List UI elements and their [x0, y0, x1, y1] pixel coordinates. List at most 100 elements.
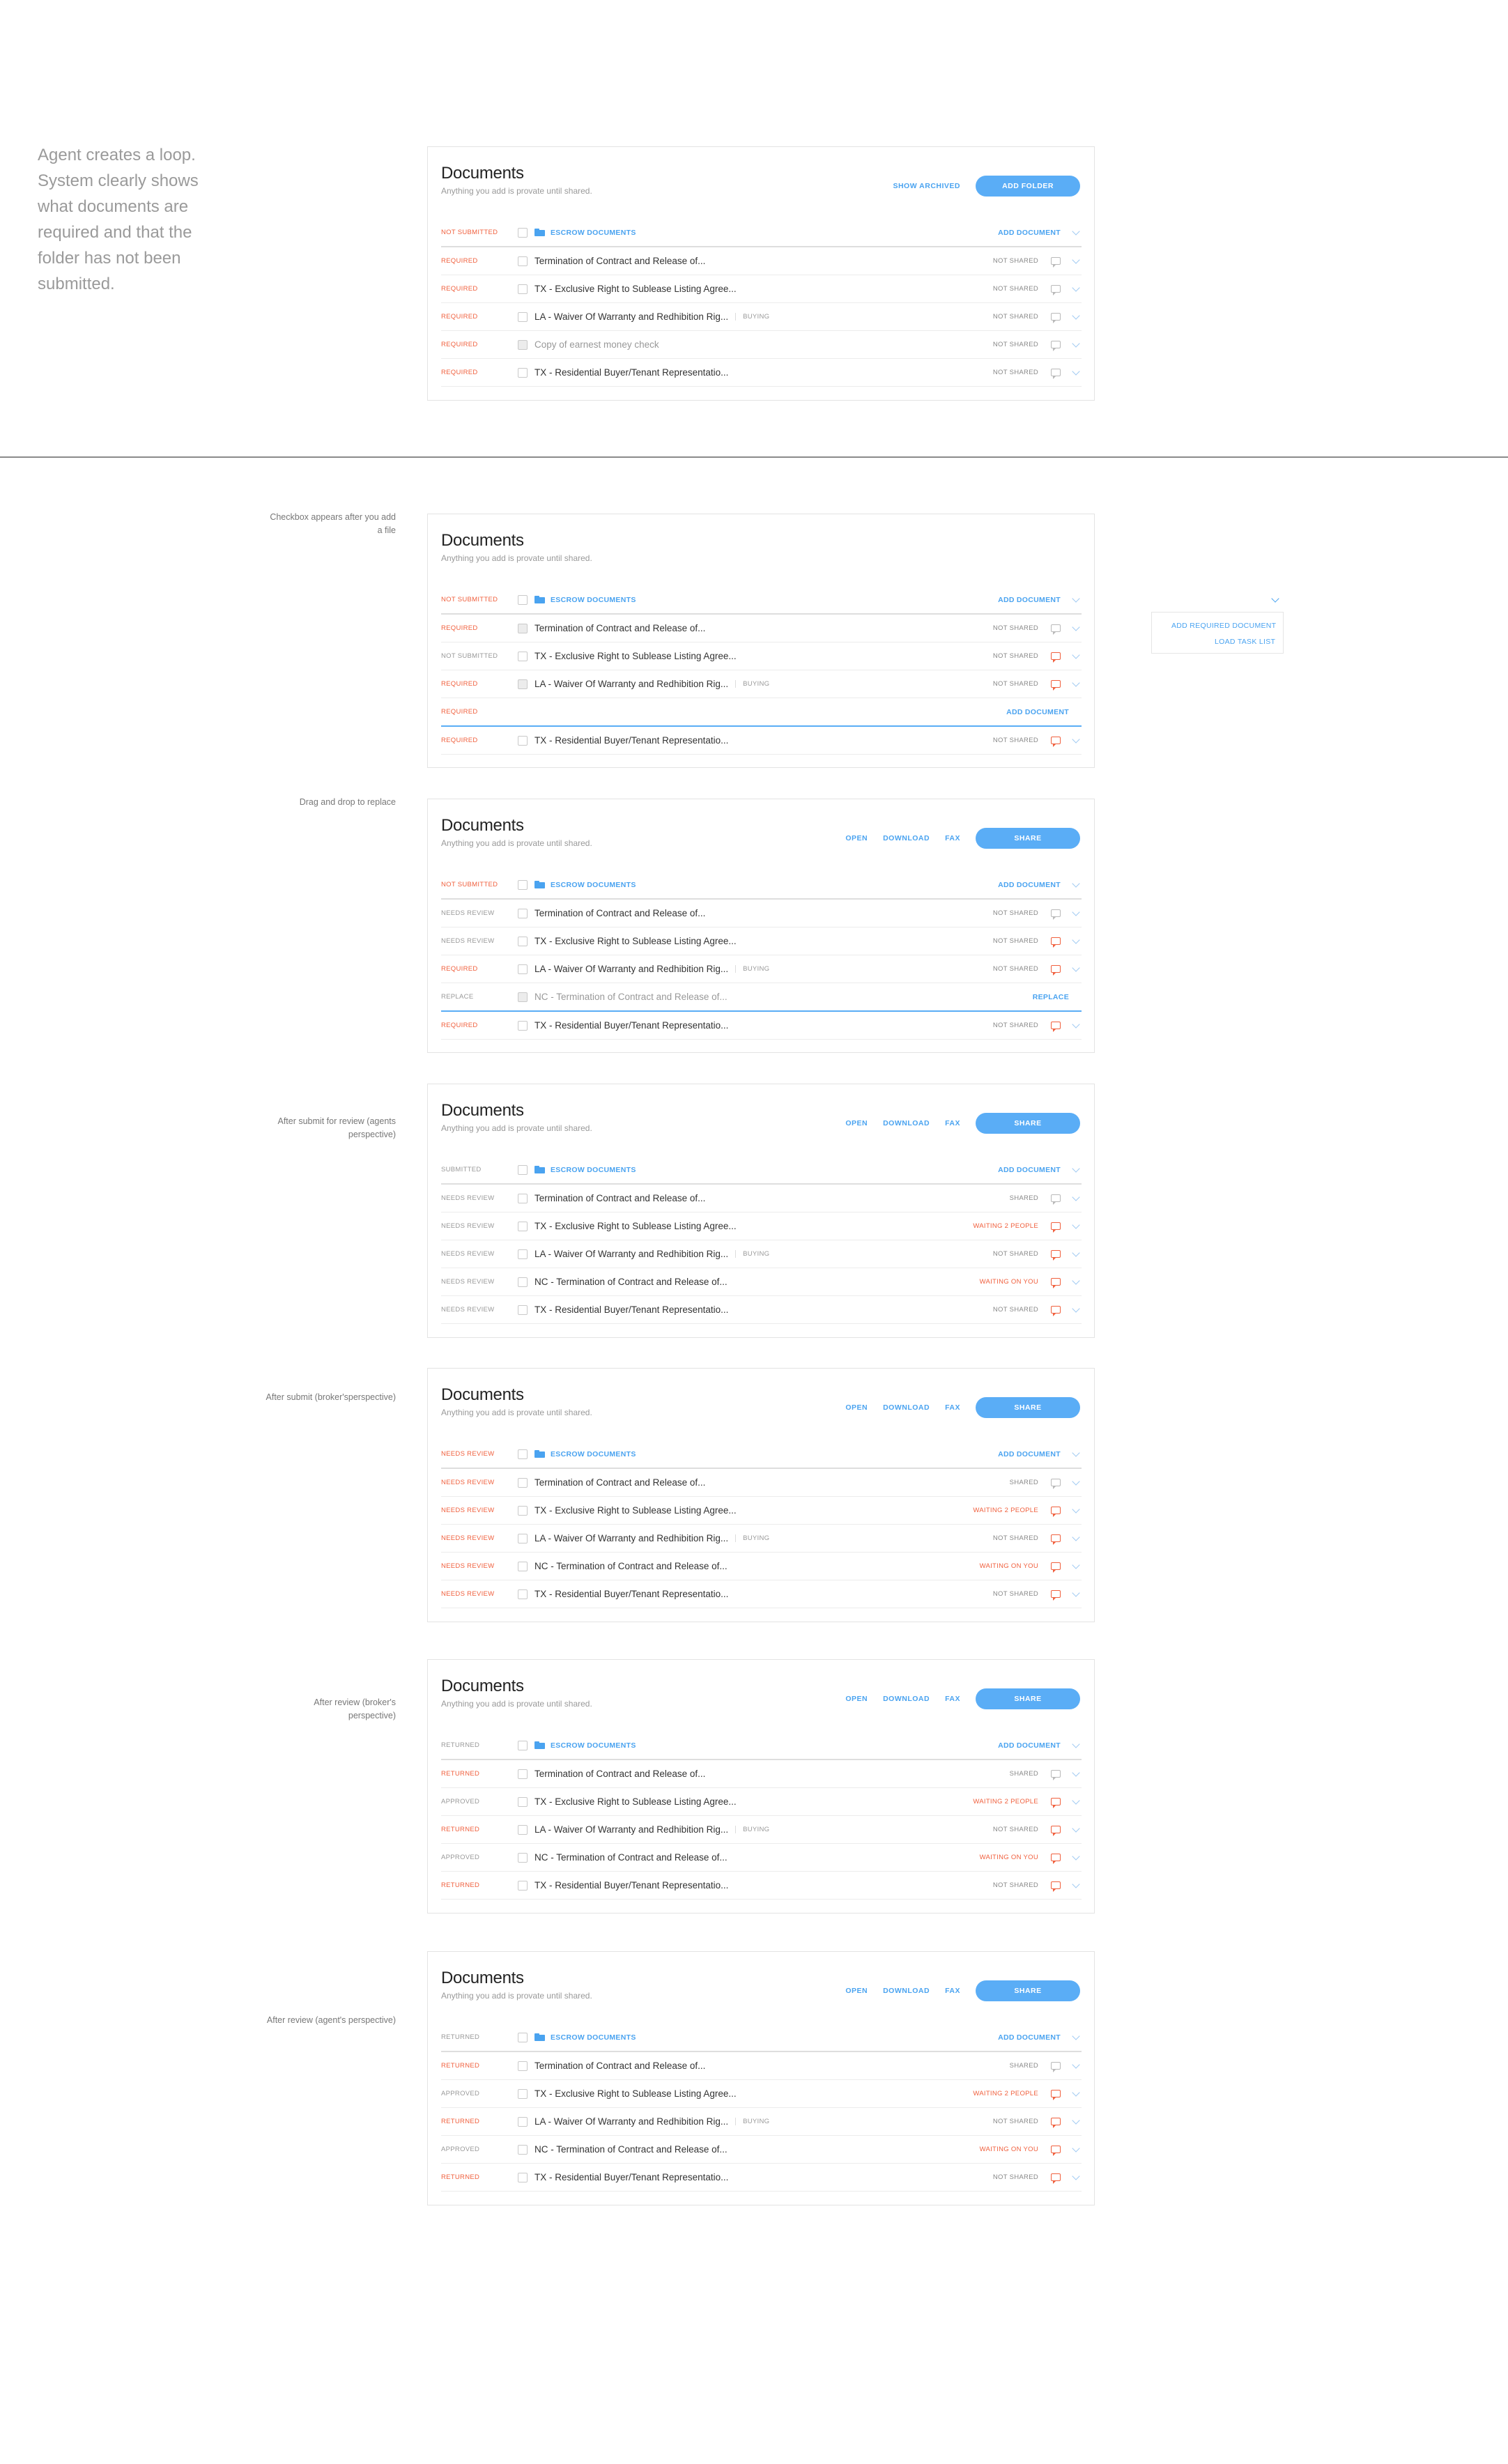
- document-name[interactable]: NC - Termination of Contract and Release…: [534, 992, 728, 1002]
- action-link-download[interactable]: DOWNLOAD: [883, 1695, 930, 1703]
- comment-icon[interactable]: [1051, 624, 1061, 635]
- folder-row[interactable]: NEEDS REVIEW ESCROW DOCUMENTS ADD DOCUMENT: [441, 1440, 1082, 1469]
- document-row[interactable]: REQUIRED TX - Residential Buyer/Tenant Re…: [441, 727, 1082, 755]
- comment-icon[interactable]: [1051, 652, 1061, 663]
- document-checkbox[interactable]: [518, 1304, 528, 1315]
- chevron-down-icon[interactable]: [1072, 879, 1080, 888]
- chevron-down-icon[interactable]: [1072, 1796, 1080, 1805]
- comment-icon[interactable]: [1051, 1562, 1061, 1573]
- document-name[interactable]: TX - Residential Buyer/Tenant Representa…: [534, 1880, 728, 1891]
- document-name[interactable]: TX - Exclusive Right to Sublease Listing…: [534, 284, 737, 294]
- comment-icon[interactable]: [1051, 1222, 1061, 1233]
- document-row[interactable]: NEEDS REVIEW TX - Exclusive Right to Subl…: [441, 1497, 1082, 1525]
- document-row[interactable]: RETURNED LA - Waiver Of Warranty and Redh…: [441, 1816, 1082, 1844]
- document-name[interactable]: TX - Residential Buyer/Tenant Representa…: [534, 2172, 728, 2182]
- drop-target-row[interactable]: REQUIRED ADD DOCUMENT: [441, 698, 1082, 727]
- document-checkbox[interactable]: [518, 1193, 528, 1203]
- action-link-fax[interactable]: FAX: [945, 1119, 960, 1127]
- chevron-down-icon[interactable]: [1072, 1851, 1080, 1861]
- document-name[interactable]: Termination of Contract and Release of..…: [534, 1769, 705, 1779]
- document-checkbox[interactable]: [518, 735, 528, 746]
- document-row[interactable]: REQUIRED Copy of earnest money check NOT S…: [441, 331, 1082, 359]
- document-name[interactable]: TX - Residential Buyer/Tenant Representa…: [534, 1020, 728, 1031]
- document-row[interactable]: RETURNED Termination of Contract and Rele…: [441, 1760, 1082, 1788]
- action-link-open[interactable]: OPEN: [845, 1119, 868, 1127]
- folder-checkbox[interactable]: [518, 227, 528, 238]
- chevron-down-icon[interactable]: [1072, 2171, 1080, 2180]
- comment-icon[interactable]: [1051, 1798, 1061, 1808]
- action-link-open[interactable]: OPEN: [845, 1695, 868, 1703]
- document-row[interactable]: RETURNED TX - Residential Buyer/Tenant Re…: [441, 2164, 1082, 2192]
- chevron-down-icon[interactable]: [1072, 2088, 1080, 2097]
- share-button[interactable]: SHARE: [976, 1688, 1080, 1709]
- add-document-link[interactable]: ADD DOCUMENT: [998, 596, 1061, 604]
- document-name[interactable]: Copy of earnest money check: [534, 339, 659, 350]
- comment-icon[interactable]: [1051, 1479, 1061, 1489]
- share-button[interactable]: SHARE: [976, 1397, 1080, 1418]
- chevron-down-icon[interactable]: [1072, 255, 1080, 264]
- document-checkbox[interactable]: [518, 311, 528, 322]
- add-document-link[interactable]: ADD DOCUMENT: [998, 1450, 1061, 1458]
- add-document-link[interactable]: ADD DOCUMENT: [998, 229, 1061, 237]
- action-link-download[interactable]: DOWNLOAD: [883, 1403, 930, 1412]
- chevron-down-icon[interactable]: [1271, 594, 1279, 603]
- add-document-link[interactable]: ADD DOCUMENT: [998, 1166, 1061, 1174]
- document-checkbox[interactable]: [518, 1769, 528, 1779]
- document-name[interactable]: TX - Residential Buyer/Tenant Representa…: [534, 367, 728, 378]
- document-name[interactable]: LA - Waiver Of Warranty and Redhibition …: [534, 1249, 728, 1259]
- document-name[interactable]: TX - Exclusive Right to Sublease Listing…: [534, 936, 737, 946]
- document-checkbox[interactable]: [518, 1589, 528, 1599]
- folder-name[interactable]: ESCROW DOCUMENTS: [551, 1741, 636, 1750]
- action-link-download[interactable]: DOWNLOAD: [883, 834, 930, 842]
- folder-row[interactable]: NOT SUBMITTED ESCROW DOCUMENTS ADD DOCUMEN…: [441, 219, 1082, 247]
- comment-icon[interactable]: [1051, 2090, 1061, 2100]
- document-checkbox[interactable]: [518, 936, 528, 946]
- comment-icon[interactable]: [1051, 1306, 1061, 1316]
- document-checkbox[interactable]: [518, 1852, 528, 1863]
- comment-icon[interactable]: [1051, 1022, 1061, 1032]
- document-name[interactable]: Termination of Contract and Release of..…: [534, 2061, 705, 2071]
- document-checkbox[interactable]: [518, 2061, 528, 2071]
- document-row[interactable]: NEEDS REVIEW LA - Waiver Of Warranty and …: [441, 1240, 1082, 1268]
- document-checkbox[interactable]: [518, 651, 528, 661]
- document-row[interactable]: NEEDS REVIEW NC - Termination of Contract…: [441, 1553, 1082, 1580]
- chevron-down-icon[interactable]: [1072, 1768, 1080, 1777]
- document-checkbox[interactable]: [518, 1561, 528, 1571]
- comment-icon[interactable]: [1051, 341, 1061, 351]
- document-row[interactable]: REQUIRED TX - Residential Buyer/Tenant Re…: [441, 359, 1082, 387]
- folder-row[interactable]: NOT SUBMITTED ESCROW DOCUMENTS ADD DOCUMEN…: [441, 871, 1082, 900]
- document-name[interactable]: Termination of Contract and Release of..…: [534, 623, 705, 633]
- comment-icon[interactable]: [1051, 1881, 1061, 1892]
- comment-icon[interactable]: [1051, 257, 1061, 268]
- action-link-open[interactable]: OPEN: [845, 1987, 868, 1995]
- folder-name[interactable]: ESCROW DOCUMENTS: [551, 1450, 636, 1458]
- document-row[interactable]: REQUIRED TX - Residential Buyer/Tenant Re…: [441, 1012, 1082, 1040]
- chevron-down-icon[interactable]: [1072, 907, 1080, 916]
- document-checkbox[interactable]: [518, 1020, 528, 1031]
- document-name[interactable]: NC - Termination of Contract and Release…: [534, 1852, 728, 1863]
- folder-row[interactable]: NOT SUBMITTED ESCROW DOCUMENTS ADD DOCUMEN…: [441, 586, 1082, 615]
- comment-icon[interactable]: [1051, 1770, 1061, 1780]
- comment-icon[interactable]: [1051, 2118, 1061, 2128]
- document-row[interactable]: NEEDS REVIEW TX - Residential Buyer/Tenan…: [441, 1580, 1082, 1608]
- document-row[interactable]: REQUIRED Termination of Contract and Rele…: [441, 615, 1082, 642]
- document-checkbox[interactable]: [518, 1533, 528, 1543]
- share-button[interactable]: SHARE: [976, 828, 1080, 849]
- chevron-down-icon[interactable]: [1072, 1448, 1080, 1457]
- chevron-down-icon[interactable]: [1072, 226, 1080, 236]
- document-checkbox[interactable]: [518, 908, 528, 918]
- action-link-show-archived[interactable]: SHOW ARCHIVED: [893, 182, 960, 190]
- document-row[interactable]: REQUIRED TX - Exclusive Right to Sublease…: [441, 275, 1082, 303]
- comment-icon[interactable]: [1051, 285, 1061, 295]
- comment-icon[interactable]: [1051, 737, 1061, 747]
- document-name[interactable]: TX - Exclusive Right to Sublease Listing…: [534, 651, 737, 661]
- folder-name[interactable]: ESCROW DOCUMENTS: [551, 881, 636, 889]
- document-row[interactable]: NEEDS REVIEW Termination of Contract and …: [441, 1469, 1082, 1497]
- action-link-download[interactable]: DOWNLOAD: [883, 1987, 930, 1995]
- document-row[interactable]: REQUIRED Termination of Contract and Rele…: [441, 247, 1082, 275]
- chevron-down-icon[interactable]: [1072, 1192, 1080, 1201]
- document-checkbox[interactable]: [518, 284, 528, 294]
- share-button[interactable]: SHARE: [976, 1980, 1080, 2001]
- chevron-down-icon[interactable]: [1072, 622, 1080, 631]
- document-row[interactable]: APPROVED NC - Termination of Contract and…: [441, 2136, 1082, 2164]
